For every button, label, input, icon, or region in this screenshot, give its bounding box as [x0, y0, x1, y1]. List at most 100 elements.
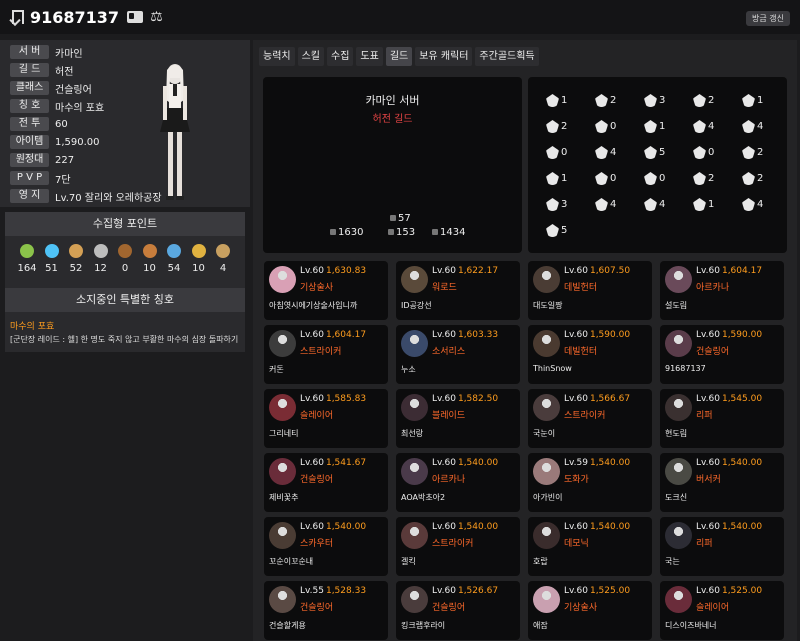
member-class: 기상술사	[300, 283, 334, 293]
guild-member-card[interactable]: Lv.60 1,590.00 데빌헌터 ThinSnow	[528, 325, 652, 384]
member-name: 현도림	[665, 429, 688, 438]
info-label: 아이템	[10, 135, 49, 149]
bookmark-icon[interactable]	[12, 10, 24, 24]
member-item-level: 1,525.00	[721, 586, 763, 596]
member-name: 대도일짱	[533, 301, 563, 310]
collection-item[interactable]: 51	[42, 244, 62, 274]
member-portrait	[665, 266, 692, 293]
info-label: 칭 호	[10, 99, 49, 113]
guild-member-card[interactable]: Lv.60 1,603.33 소서리스 누소	[396, 325, 520, 384]
member-name: ID공강선	[401, 301, 432, 310]
guild-member-card[interactable]: Lv.60 1,604.17 아르카나 설도림	[660, 261, 784, 320]
guild-member-card[interactable]: Lv.60 1,540.00 스카우터 꼬순이꼬순내	[264, 517, 388, 576]
emblem-count: 1	[659, 121, 666, 132]
guild-member-card[interactable]: Lv.60 1,540.00 버서커 도크신	[660, 453, 784, 512]
tab-item[interactable]: 주간골드획득	[475, 47, 539, 66]
info-row: 클래스 건슬링어	[10, 81, 92, 96]
member-portrait	[269, 522, 296, 549]
emblem-count: 0	[708, 147, 715, 158]
orpheus-star-icon	[191, 244, 206, 258]
member-class: 데빌헌터	[564, 283, 598, 293]
collection-item[interactable]: 4	[213, 244, 233, 274]
collection-count: 51	[45, 263, 58, 274]
refresh-button[interactable]: 방금 갱신	[746, 11, 790, 26]
guild-member-card[interactable]: Lv.60 1,585.83 슬레이어 그리네티	[264, 389, 388, 448]
guild-emblem: 0	[595, 172, 616, 185]
tab-item[interactable]: 능력치	[259, 47, 295, 66]
tab-item[interactable]: 스킬	[297, 47, 325, 66]
emblem-icon	[693, 120, 706, 133]
collection-item[interactable]: 10	[140, 244, 160, 274]
emblem-count: 5	[561, 225, 568, 236]
info-value: 1,590.00	[55, 136, 100, 148]
guild-member-card[interactable]: Lv.60 1,604.17 스트라이커 커돈	[264, 325, 388, 384]
member-class: 건슬링어	[300, 603, 334, 613]
guild-member-card[interactable]: Lv.60 1,526.67 건슬링어 킹크랩후라이	[396, 581, 520, 640]
emblem-icon	[546, 172, 559, 185]
member-portrait	[665, 458, 692, 485]
tab-item[interactable]: 길드	[385, 47, 413, 66]
member-item-level: 1,630.83	[325, 266, 367, 276]
collection-item[interactable]: 54	[164, 244, 184, 274]
guild-server: 카마인 서버	[365, 94, 420, 107]
member-portrait	[533, 458, 560, 485]
member-portrait	[401, 394, 428, 421]
member-level: Lv.60 1,540.00	[696, 458, 763, 468]
guild-emblem: 1	[742, 94, 763, 107]
right-panel: 능력치 스킬 수집 도표 길드 보유 캐릭터 주간골드획득 카마인 서버 허전 길드 57 …	[253, 40, 797, 641]
info-value: Lv.70 잘리와 오레하공장	[55, 192, 162, 204]
guild-member-card[interactable]: Lv.60 1,525.00 기상술사 애잡	[528, 581, 652, 640]
tab-item[interactable]: 보유 캐릭터	[415, 47, 473, 66]
member-portrait	[533, 394, 560, 421]
collection-item[interactable]: 52	[66, 244, 86, 274]
guild-member-card[interactable]: Lv.60 1,622.17 워로드 ID공강선	[396, 261, 520, 320]
emblem-icon	[742, 172, 755, 185]
member-name: AOA박초아2	[401, 493, 446, 502]
collection-item[interactable]: 10	[189, 244, 209, 274]
collection-item[interactable]: 0	[115, 244, 135, 274]
emblem-count: 1	[708, 199, 715, 210]
guild-member-card[interactable]: Lv.60 1,545.00 리퍼 현도림	[660, 389, 784, 448]
member-item-level: 1,540.00	[325, 522, 367, 532]
guild-emblem: 1	[546, 94, 567, 107]
guild-member-card[interactable]: Lv.60 1,540.00 아르카나 AOA박초아2	[396, 453, 520, 512]
member-name: 최선랑	[401, 429, 424, 438]
emblem-icon	[693, 146, 706, 159]
guild-member-card[interactable]: Lv.59 1,540.00 도화가 아가빈이	[528, 453, 652, 512]
emblem-icon	[644, 94, 657, 107]
guild-member-card[interactable]: Lv.60 1,590.00 건슬링어 91687137	[660, 325, 784, 384]
member-level: Lv.60 1,545.00	[696, 394, 763, 404]
guild-name: 허전 길드	[372, 114, 413, 125]
emblem-icon	[595, 146, 608, 159]
guild-member-card[interactable]: Lv.60 1,540.00 스트라이커 겔킥	[396, 517, 520, 576]
collection-item[interactable]: 164	[17, 244, 37, 274]
tab-item[interactable]: 도표	[356, 47, 383, 66]
member-portrait	[401, 522, 428, 549]
emblem-count: 5	[659, 147, 666, 158]
guild-member-card[interactable]: Lv.60 1,540.00 데모닉 호랍	[528, 517, 652, 576]
member-portrait	[665, 394, 692, 421]
collection-item[interactable]: 12	[91, 244, 111, 274]
info-value: 건슬링어	[55, 84, 92, 96]
guild-emblem: 0	[693, 146, 714, 159]
guild-member-card[interactable]: Lv.60 1,540.00 리퍼 국는	[660, 517, 784, 576]
guild-member-card[interactable]: Lv.60 1,630.83 기상술사 아침엿시에기상술사입니까	[264, 261, 388, 320]
emblem-count: 1	[561, 173, 568, 184]
guild-member-card[interactable]: Lv.55 1,528.33 건슬링어 건슬할게용	[264, 581, 388, 640]
guild-member-card[interactable]: Lv.60 1,582.50 블레이드 최선랑	[396, 389, 520, 448]
id-card-icon[interactable]	[127, 11, 144, 23]
member-class: 버서커	[696, 475, 721, 485]
stat-icon	[388, 229, 394, 235]
left-column: 서 버 카마인 길 드 허전 클래스 건슬링어 칭 호 마수의 포효 전 투 60 아이템 1,590…	[0, 40, 250, 352]
tab-item[interactable]: 수집	[327, 47, 354, 66]
guild-member-card[interactable]: Lv.60 1,525.00 슬레이어 디스이즈바네너	[660, 581, 784, 640]
guild-member-card[interactable]: Lv.60 1,607.50 데빌헌터 대도일짱	[528, 261, 652, 320]
guild-member-card[interactable]: Lv.60 1,541.67 건슬링어 제비꽃추	[264, 453, 388, 512]
guild-member-card[interactable]: Lv.60 1,566.67 스트라이커 국눈이	[528, 389, 652, 448]
guild-emblem: 4	[693, 120, 714, 133]
scale-icon[interactable]: ⚖	[150, 9, 163, 25]
info-value: 7단	[55, 174, 71, 186]
member-class: 리퍼	[696, 539, 713, 549]
emblem-count: 4	[610, 147, 617, 158]
info-label: 서 버	[10, 45, 49, 59]
